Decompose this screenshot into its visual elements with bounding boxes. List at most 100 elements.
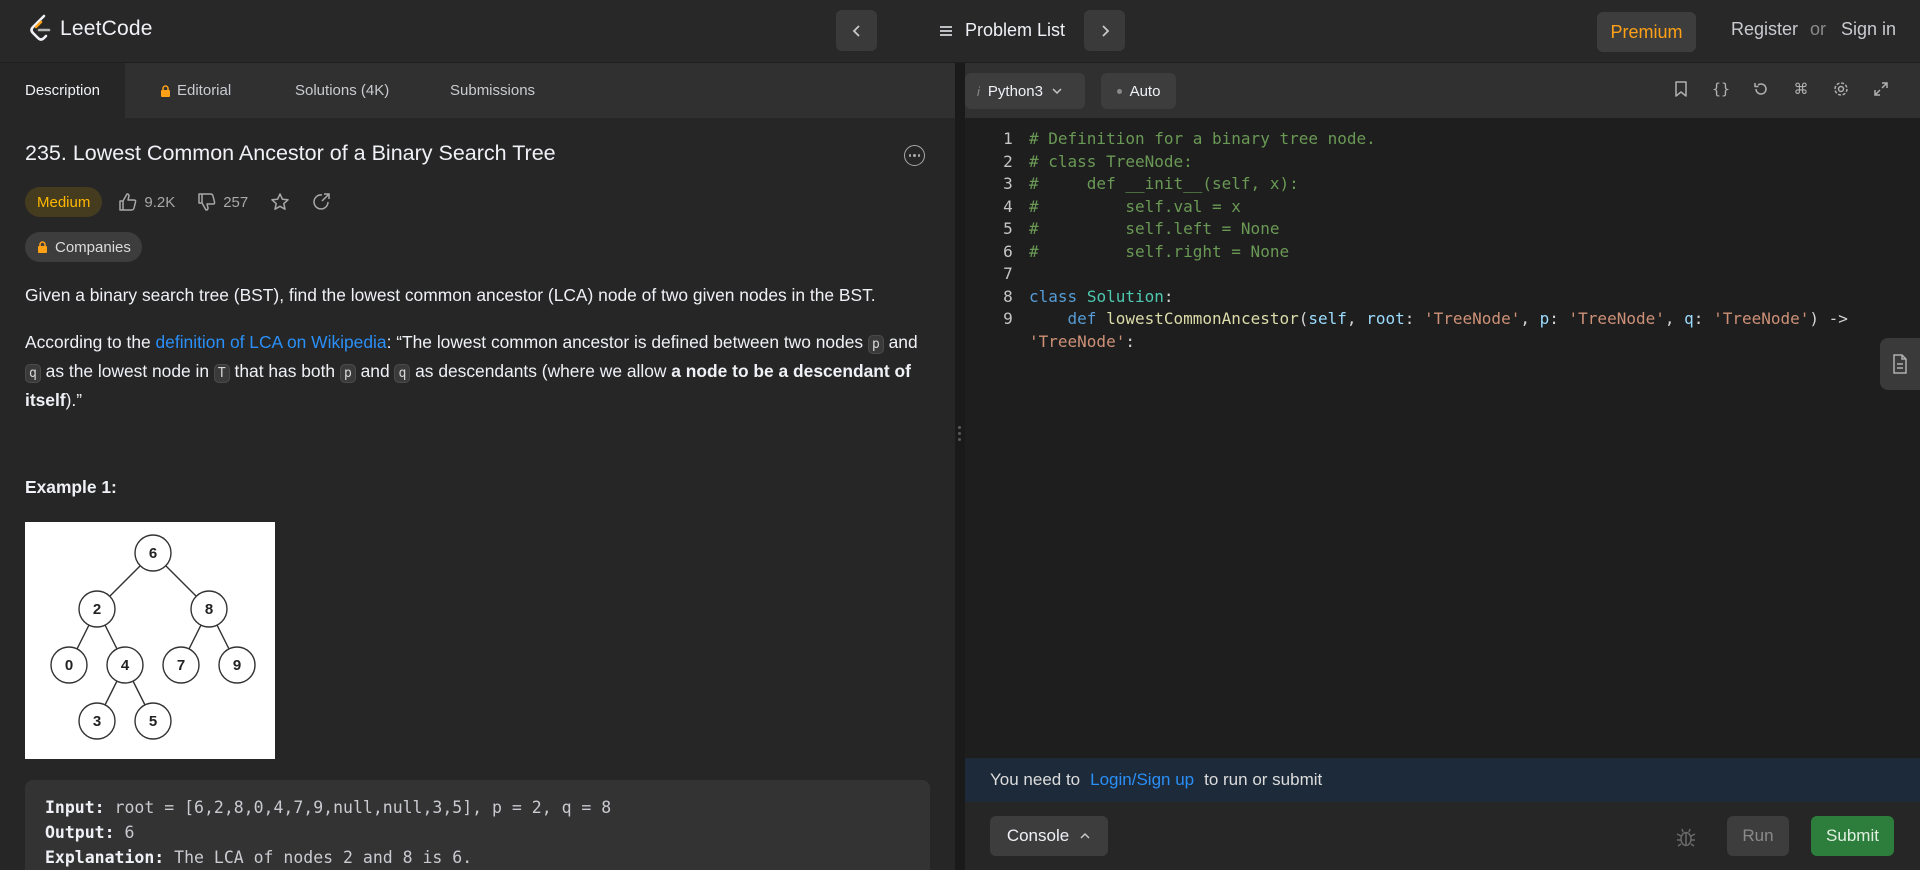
bookmark-icon[interactable] <box>1672 80 1690 98</box>
input-value: root = [6,2,8,0,4,7,9,null,null,3,5], p … <box>104 798 612 817</box>
braces-icon[interactable]: {} <box>1712 80 1730 98</box>
tree-node: 5 <box>134 702 172 740</box>
tab-editorial[interactable]: Editorial <box>125 63 275 118</box>
tab-description-label: Description <box>24 82 101 99</box>
dislike-count: 257 <box>223 193 249 211</box>
example-title: Example 1: <box>25 477 117 497</box>
logo[interactable]: LeetCode <box>28 14 153 44</box>
panel-splitter[interactable] <box>955 63 965 870</box>
text-segment: ).” <box>65 390 83 410</box>
file-tab[interactable] <box>1880 338 1920 390</box>
tree-node: 6 <box>134 534 172 572</box>
sign-in-link[interactable]: Sign in <box>1841 19 1896 40</box>
submit-button[interactable]: Submit <box>1811 816 1894 856</box>
prev-problem-button[interactable] <box>836 10 877 51</box>
chevron-down-icon <box>1052 88 1062 95</box>
chevron-left-icon <box>852 24 860 37</box>
line-number: 3 <box>1003 174 1013 193</box>
login-signup-link[interactable]: Login/Sign up <box>1090 770 1194 790</box>
console-button[interactable]: Console <box>990 816 1108 856</box>
companies-button[interactable]: Companies <box>25 232 142 262</box>
problem-nav: Problem List <box>836 10 1125 51</box>
svg-text:5: 5 <box>149 713 157 730</box>
tab-submissions[interactable]: Submissions <box>430 63 535 118</box>
code-line: def lowestCommonAncestor(self, root: 'Tr… <box>1067 309 1848 328</box>
run-button[interactable]: Run <box>1727 816 1789 856</box>
line-number: 9 <box>1003 309 1013 328</box>
like-button[interactable]: 9.2K <box>118 192 175 212</box>
premium-button[interactable]: Premium <box>1597 12 1696 52</box>
input-label: Input: <box>45 798 105 817</box>
like-count: 9.2K <box>144 193 176 211</box>
svg-text:0: 0 <box>65 657 73 674</box>
document-icon <box>1893 354 1907 374</box>
top-nav: LeetCode Problem List Premium Register o… <box>0 0 1920 63</box>
star-icon <box>271 193 289 210</box>
bst-svg: 6 2 8 0 4 7 9 3 5 <box>50 534 256 740</box>
lock-icon <box>161 84 170 97</box>
brand-name: LeetCode <box>60 17 153 40</box>
code-line: # self.val = x <box>1029 196 1241 216</box>
reset-icon[interactable] <box>1752 80 1770 98</box>
tab-solutions[interactable]: Solutions (4K) <box>275 63 430 118</box>
svg-text:4: 4 <box>121 657 130 674</box>
register-link[interactable]: Register <box>1731 19 1798 40</box>
output-label: Output: <box>45 823 115 842</box>
favorite-button[interactable] <box>270 192 290 212</box>
auto-mode-button[interactable]: Auto <box>1101 73 1176 109</box>
code-panel: i Python3 Auto {} ⌘ 1 # Definition for a … <box>965 63 1920 870</box>
example-box: Input: root = [6,2,8,0,4,7,9,null,null,3… <box>25 780 930 870</box>
text-segment: According to the <box>25 332 156 352</box>
tree-node: 2 <box>78 590 116 628</box>
thumbs-down-icon <box>198 193 216 211</box>
text-segment: and <box>883 332 918 352</box>
code-editor[interactable]: 1 # Definition for a binary tree node. 2 # … <box>965 118 1920 830</box>
console-label: Console <box>1006 826 1070 845</box>
leetcode-logo-icon <box>30 14 51 41</box>
line-number: 6 <box>1003 241 1013 261</box>
next-problem-button[interactable] <box>1084 10 1125 51</box>
inline-code-q: q <box>25 364 41 383</box>
dislike-button[interactable]: 257 <box>197 192 248 212</box>
code-line: # Definition for a binary tree node. <box>1029 129 1376 148</box>
line-number: 7 <box>1003 264 1013 283</box>
editor-tools: {} ⌘ <box>1672 80 1890 98</box>
expand-icon[interactable] <box>1872 80 1890 98</box>
bst-diagram: 6 2 8 0 4 7 9 3 5 <box>25 522 275 759</box>
or-text: or <box>1810 19 1827 39</box>
command-icon[interactable]: ⌘ <box>1792 80 1810 98</box>
tab-solutions-label: Solutions (4K) <box>295 82 390 99</box>
login-notice: You need to Login/Sign up to run or subm… <box>965 758 1920 802</box>
lock-icon <box>38 241 47 253</box>
text-segment: and <box>355 361 395 381</box>
bug-icon[interactable] <box>1675 826 1697 848</box>
svg-text:9: 9 <box>233 657 241 674</box>
companies-label: Companies <box>55 238 131 256</box>
more-options-icon[interactable] <box>904 145 925 166</box>
code-line: # self.left = None <box>1029 219 1280 238</box>
share-button[interactable] <box>312 192 332 212</box>
gear-icon[interactable] <box>1832 80 1850 98</box>
line-number: 2 <box>1003 151 1013 171</box>
action-bar: Console Run Submit <box>965 802 1920 870</box>
auto-mode-label: Auto <box>1129 82 1161 100</box>
svg-text:8: 8 <box>205 601 213 618</box>
list-icon <box>940 25 952 36</box>
tab-editorial-label: Editorial <box>177 82 232 99</box>
tree-node: 4 <box>106 646 144 684</box>
login-prefix: You need to <box>990 770 1081 789</box>
status-dot-icon <box>1116 88 1122 94</box>
text-segment: : “The lowest common ancestor is defined… <box>386 332 868 352</box>
tab-description[interactable]: Description <box>0 63 125 118</box>
language-select[interactable]: i Python3 <box>965 73 1085 109</box>
wikipedia-link[interactable]: definition of LCA on Wikipedia <box>156 332 387 352</box>
thumbs-up-icon <box>119 193 137 211</box>
problem-list-button[interactable]: Problem List <box>877 10 1084 51</box>
svg-text:3: 3 <box>93 713 101 730</box>
share-icon <box>313 193 330 210</box>
problem-statement: Given a binary search tree (BST), find t… <box>25 285 876 305</box>
language-label: Python3 <box>987 82 1043 100</box>
line-number: 4 <box>1003 196 1013 216</box>
description-panel: Description Editorial Solutions (4K) Sub… <box>0 63 955 870</box>
svg-text:2: 2 <box>93 601 101 618</box>
